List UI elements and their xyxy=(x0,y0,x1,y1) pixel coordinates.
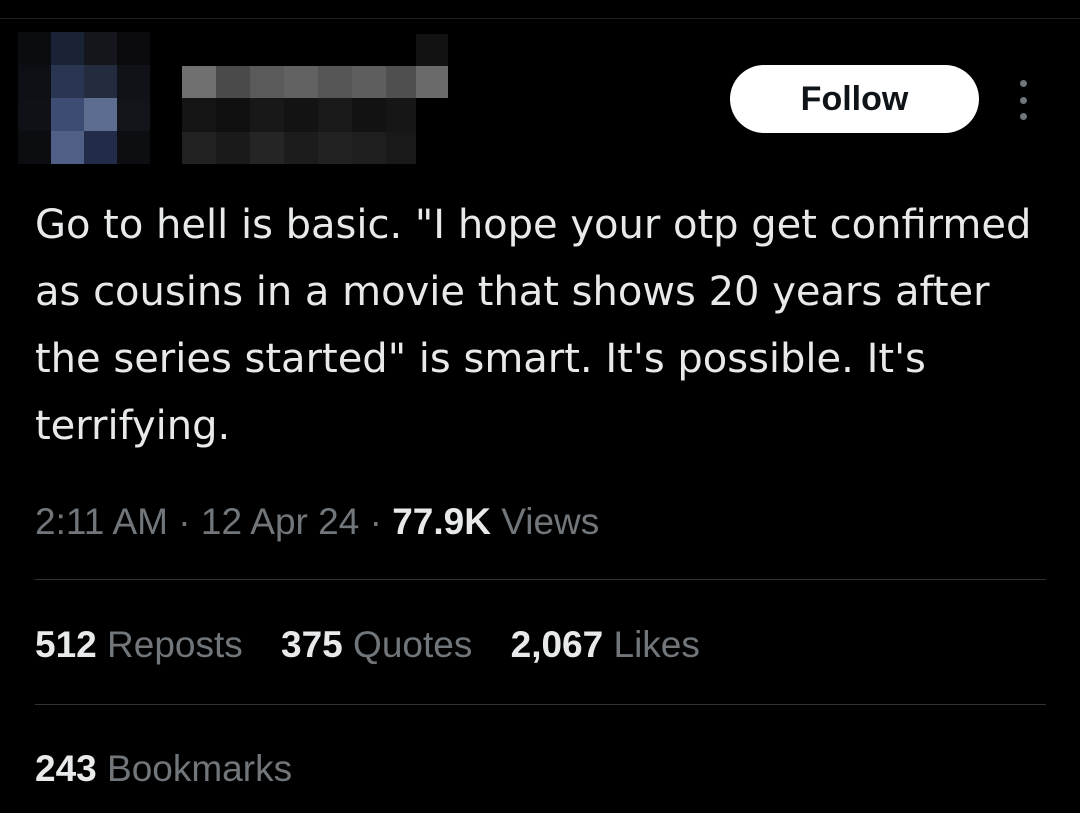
author-name-redacted[interactable] xyxy=(182,34,448,166)
reposts-stat[interactable]: 512 Reposts xyxy=(35,620,243,670)
follow-button[interactable]: Follow xyxy=(730,65,979,133)
tweet-meta: 2:11 AM · 12 Apr 24 · 77.9K Views xyxy=(35,497,599,547)
bookmarks-stat[interactable]: 243 Bookmarks xyxy=(35,744,292,794)
tweet-time[interactable]: 2:11 AM xyxy=(35,501,168,542)
top-divider xyxy=(0,18,1080,19)
engagement-stats: 512 Reposts 375 Quotes 2,067 Likes xyxy=(35,620,728,670)
bookmarks-count: 243 xyxy=(35,748,97,789)
tweet-date[interactable]: 12 Apr 24 xyxy=(201,501,359,542)
avatar[interactable] xyxy=(18,32,150,164)
views-count: 77.9K xyxy=(392,501,491,542)
likes-stat[interactable]: 2,067 Likes xyxy=(511,620,700,670)
likes-count: 2,067 xyxy=(510,624,604,665)
views-label: Views xyxy=(501,501,600,542)
quotes-stat[interactable]: 375 Quotes xyxy=(281,620,472,670)
meta-separator: · xyxy=(369,501,382,542)
likes-label: Likes xyxy=(613,624,700,665)
more-dot xyxy=(1019,80,1027,87)
reposts-label: Reposts xyxy=(107,624,243,665)
more-dot xyxy=(1019,113,1027,120)
tweet-text: Go to hell is basic. "I hope your otp ge… xyxy=(35,202,1032,449)
more-vertical-icon[interactable] xyxy=(1014,80,1032,120)
more-dot xyxy=(1019,96,1027,104)
bookmarks-label: Bookmarks xyxy=(107,748,293,789)
quotes-count: 375 xyxy=(281,624,343,665)
reposts-count: 512 xyxy=(35,624,97,665)
divider xyxy=(35,704,1046,705)
quotes-label: Quotes xyxy=(353,624,473,665)
meta-separator: · xyxy=(178,501,191,542)
divider xyxy=(35,579,1046,580)
